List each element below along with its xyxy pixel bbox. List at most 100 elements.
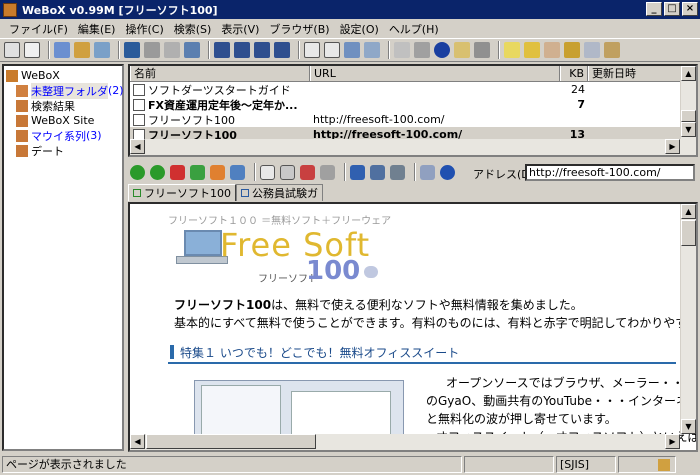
scroll-thumb[interactable] bbox=[681, 110, 696, 122]
find-web-icon[interactable] bbox=[364, 42, 380, 58]
forward-icon[interactable] bbox=[150, 164, 165, 180]
web-content: フリーソフト１００ ＝無料ソフト＋フリーウェア Free Soft フリーソフト… bbox=[128, 202, 698, 452]
find-next-icon[interactable] bbox=[324, 42, 340, 58]
page-scrollbar[interactable]: ▲ ▼ bbox=[680, 204, 696, 434]
mouse-mascot-icon bbox=[364, 266, 378, 278]
eraser-icon[interactable] bbox=[544, 42, 560, 58]
menu-help[interactable]: ヘルプ(H) bbox=[384, 21, 444, 37]
menu-file[interactable]: ファイル(F) bbox=[4, 21, 73, 37]
scroll-left-icon[interactable]: ◀ bbox=[130, 139, 145, 154]
tree-item-search-results[interactable]: 検索結果 bbox=[6, 98, 122, 113]
menu-view[interactable]: 表示(V) bbox=[216, 21, 264, 37]
menu-settings[interactable]: 設定(O) bbox=[335, 21, 384, 37]
highlight-icon[interactable] bbox=[504, 42, 520, 58]
folder-tree: WeBoX 未整理フォルダ (2) 検索結果 WeBoX Site マウイ系列 (3… bbox=[2, 64, 124, 451]
tree-item-unsorted[interactable]: 未整理フォルダ (2) bbox=[6, 82, 124, 99]
tree-item-maui[interactable]: マウイ系列 (3) bbox=[6, 128, 122, 143]
properties-icon[interactable] bbox=[394, 42, 410, 58]
scroll-right-icon[interactable]: ▶ bbox=[665, 434, 680, 449]
layout3-icon[interactable] bbox=[254, 42, 270, 58]
marker-icon[interactable] bbox=[524, 42, 540, 58]
table-row[interactable]: フリーソフト100 http://freesoft-100.com/ bbox=[130, 112, 696, 127]
save-icon[interactable] bbox=[124, 42, 140, 58]
print-icon[interactable] bbox=[474, 42, 490, 58]
edit-icon[interactable] bbox=[454, 42, 470, 58]
upload-icon[interactable] bbox=[350, 164, 365, 180]
page-hscrollbar[interactable]: ◀ ▶ bbox=[130, 434, 680, 450]
window-icon[interactable] bbox=[420, 164, 435, 180]
scroll-thumb[interactable] bbox=[681, 220, 696, 246]
tree-item-webox-site[interactable]: WeBoX Site bbox=[6, 113, 122, 128]
folder-icon[interactable] bbox=[54, 42, 70, 58]
title-bar: WeBoX v0.99M [フリーソフト100] _ □ × bbox=[0, 0, 700, 19]
scroll-left-icon[interactable]: ◀ bbox=[130, 434, 145, 449]
layout2-icon[interactable] bbox=[234, 42, 250, 58]
menu-operation[interactable]: 操作(C) bbox=[120, 21, 168, 37]
bookmark-list: 名前 URL KB 更新日時 ソフトダーツスタートガイド 24 FX資産運用定年後… bbox=[128, 64, 698, 157]
search-folder-icon bbox=[16, 99, 28, 112]
maximize-button[interactable]: □ bbox=[664, 2, 680, 16]
scroll-down-icon[interactable]: ▼ bbox=[681, 122, 696, 137]
import-icon[interactable] bbox=[164, 42, 180, 58]
layout1-icon[interactable] bbox=[214, 42, 230, 58]
scroll-up-icon[interactable]: ▲ bbox=[681, 204, 696, 219]
home-icon[interactable] bbox=[210, 164, 225, 180]
ie-icon[interactable] bbox=[440, 164, 455, 180]
page-copy-icon[interactable] bbox=[280, 164, 295, 180]
back-icon[interactable] bbox=[130, 164, 145, 180]
tree-item-date[interactable]: デート bbox=[6, 143, 122, 158]
tab-freesoft100[interactable]: フリーソフト100 bbox=[128, 184, 236, 201]
menu-edit[interactable]: 編集(E) bbox=[73, 21, 121, 37]
close-button[interactable]: × bbox=[682, 2, 698, 16]
menu-bar: ファイル(F) 編集(E) 操作(C) 検索(S) 表示(V) ブラウザ(B) … bbox=[0, 19, 700, 38]
col-date[interactable]: 更新日時 bbox=[588, 66, 684, 81]
menu-search[interactable]: 検索(S) bbox=[169, 21, 217, 37]
list-scrollbar[interactable]: ▲ ▼ bbox=[680, 66, 696, 139]
export-icon[interactable] bbox=[144, 42, 160, 58]
folder-open-icon[interactable] bbox=[74, 42, 90, 58]
download-icon[interactable] bbox=[370, 164, 385, 180]
table-row[interactable]: FX資産運用定年後～定年か... 7 bbox=[130, 97, 696, 112]
status-text: ページが表示されました bbox=[2, 456, 462, 473]
help-icon[interactable] bbox=[434, 42, 450, 58]
new-doc-icon[interactable] bbox=[4, 42, 20, 58]
scroll-up-icon[interactable]: ▲ bbox=[681, 66, 696, 81]
favorites-icon[interactable] bbox=[230, 164, 245, 180]
sync-icon[interactable] bbox=[184, 42, 200, 58]
tab-page-icon bbox=[241, 189, 249, 197]
page-mail-icon[interactable] bbox=[320, 164, 335, 180]
list-hscrollbar[interactable]: ◀ ▶ bbox=[130, 139, 696, 155]
table-row[interactable]: ソフトダーツスタートガイド 24 bbox=[130, 82, 696, 97]
tree-root[interactable]: WeBoX bbox=[6, 68, 122, 83]
app-icon bbox=[3, 2, 17, 17]
new-page-icon[interactable] bbox=[24, 42, 40, 58]
clipboard-icon[interactable] bbox=[604, 42, 620, 58]
capture-icon[interactable] bbox=[390, 164, 405, 180]
folder-tree-icon[interactable] bbox=[94, 42, 110, 58]
find-icon[interactable] bbox=[304, 42, 320, 58]
browser-tabs: フリーソフト100 公務員試験ガ bbox=[128, 184, 698, 202]
site-tagline: フリーソフト１００ ＝無料ソフト＋フリーウェア bbox=[168, 216, 392, 227]
refresh-icon[interactable] bbox=[190, 164, 205, 180]
address-input[interactable]: http://freesoft-100.com/ bbox=[525, 164, 695, 181]
feature-heading[interactable]: 特集１ いつでも！どこでも！無料オフィススイート bbox=[168, 342, 676, 364]
page-delete-icon[interactable] bbox=[300, 164, 315, 180]
scroll-right-icon[interactable]: ▶ bbox=[665, 139, 680, 154]
col-url[interactable]: URL bbox=[310, 66, 560, 81]
folder-icon bbox=[16, 84, 28, 97]
status-encoding: [SJIS] bbox=[556, 456, 616, 473]
stop-icon[interactable] bbox=[170, 164, 185, 180]
grid-icon[interactable] bbox=[564, 42, 580, 58]
hscroll-thumb[interactable] bbox=[146, 434, 316, 449]
minimize-button[interactable]: _ bbox=[646, 2, 662, 16]
page-save-icon[interactable] bbox=[260, 164, 275, 180]
tab-civil-service[interactable]: 公務員試験ガ bbox=[236, 184, 323, 201]
col-name[interactable]: 名前 bbox=[130, 66, 310, 81]
layout4-icon[interactable] bbox=[274, 42, 290, 58]
scroll-down-icon[interactable]: ▼ bbox=[681, 419, 696, 434]
tools-icon[interactable] bbox=[414, 42, 430, 58]
copy-icon[interactable] bbox=[584, 42, 600, 58]
col-kb[interactable]: KB bbox=[560, 66, 588, 81]
menu-browser[interactable]: ブラウザ(B) bbox=[264, 21, 334, 37]
find-folder-icon[interactable] bbox=[344, 42, 360, 58]
